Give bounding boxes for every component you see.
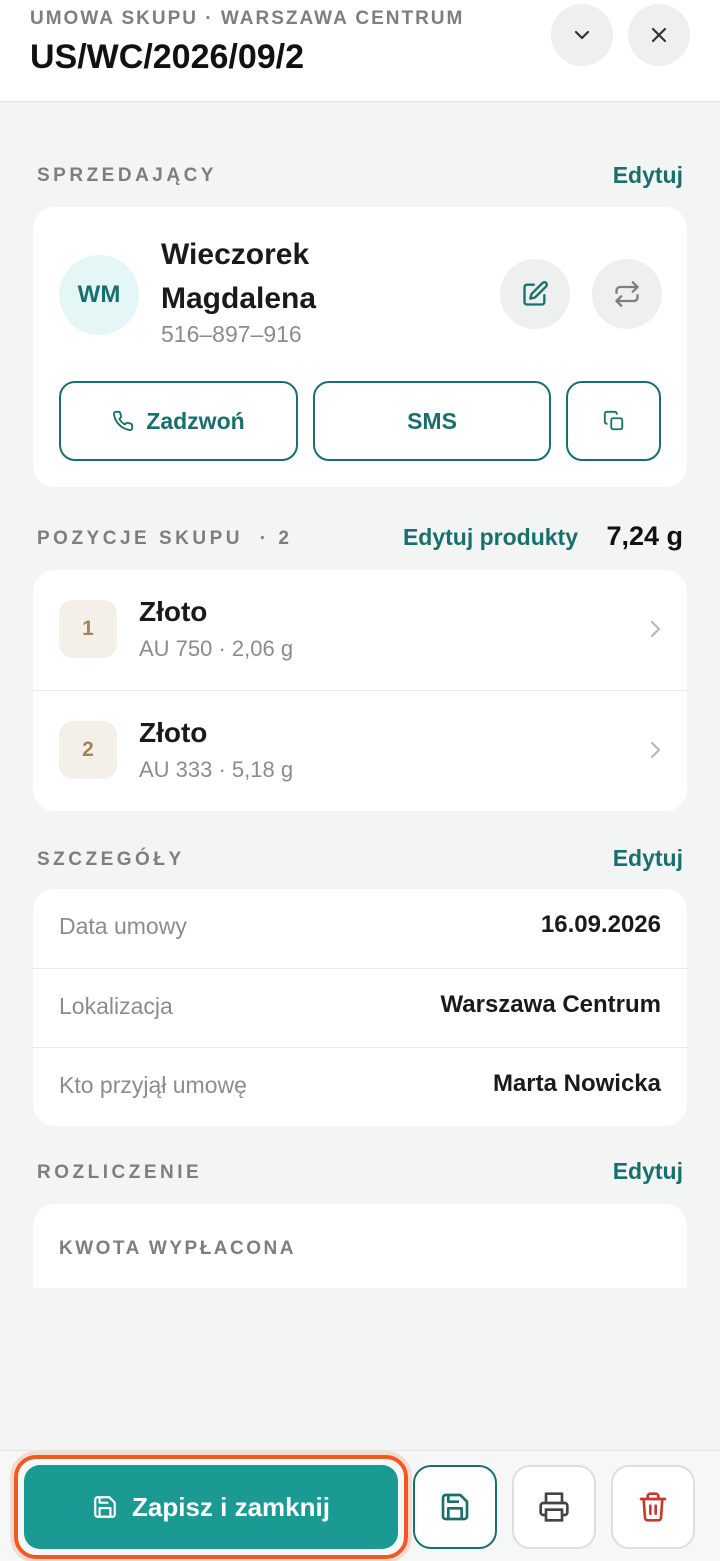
trash-icon <box>639 1492 667 1522</box>
detail-row-date: Data umowy 16.09.2026 <box>33 889 687 968</box>
close-icon <box>651 27 667 43</box>
seller-edit-link[interactable]: Edytuj <box>613 162 683 189</box>
item-name: Złoto <box>139 717 208 748</box>
primary-button-focus-ring: Zapisz i zamknij <box>14 1455 408 1559</box>
print-button[interactable] <box>512 1465 596 1549</box>
seller-phone: 516–897–916 <box>161 321 302 347</box>
save-and-close-label: Zapisz i zamknij <box>132 1491 330 1522</box>
edit-seller-button[interactable] <box>500 259 570 329</box>
save-icon <box>441 1493 469 1521</box>
save-and-close-button[interactable]: Zapisz i zamknij <box>24 1465 398 1549</box>
detail-row-location: Lokalizacja Warszawa Centrum <box>33 968 687 1047</box>
phone-icon <box>113 410 134 431</box>
copy-button[interactable] <box>566 381 661 461</box>
items-card: 1 Złoto AU 750 · 2,06 g 2 Złoto AU 333 ·… <box>33 570 687 811</box>
details-card: Data umowy 16.09.2026 Lokalizacja Warsza… <box>33 889 687 1126</box>
detail-value: 16.09.2026 <box>540 911 661 938</box>
printer-icon <box>539 1492 569 1522</box>
swap-icon <box>615 281 639 307</box>
items-count: · 2 <box>259 528 293 549</box>
list-item[interactable]: 1 Złoto AU 750 · 2,06 g <box>33 570 687 690</box>
avatar: WM <box>59 255 139 335</box>
seller-name: Wieczorek Magdalena <box>161 238 317 315</box>
settlement-section-label: ROZLICZENIE <box>37 1162 203 1183</box>
copy-icon <box>603 410 623 431</box>
swap-seller-button[interactable] <box>592 259 662 329</box>
close-button[interactable] <box>628 4 690 66</box>
delete-button[interactable] <box>611 1465 695 1549</box>
bottom-action-bar: Zapisz i zamknij <box>0 1450 720 1561</box>
seller-section-label: SPRZEDAJĄCY <box>37 165 217 186</box>
total-weight: 7,24 g <box>606 521 683 551</box>
detail-row-received-by: Kto przyjął umowę Marta Nowicka <box>33 1047 687 1126</box>
item-name: Złoto <box>139 596 208 627</box>
items-section-label: POZYCJE SKUPU · 2 <box>37 528 292 550</box>
call-button[interactable]: Zadzwoń <box>59 381 298 461</box>
detail-label: Kto przyjął umowę <box>59 1072 247 1098</box>
settlement-card: KWOTA WYPŁACONA <box>33 1204 687 1288</box>
save-icon <box>94 1496 116 1518</box>
list-item[interactable]: 2 Złoto AU 333 · 5,18 g <box>33 690 687 810</box>
detail-label: Data umowy <box>59 913 187 939</box>
call-button-label: Zadzwoń <box>146 407 245 434</box>
contract-kicker: UMOWA SKUPU · WARSZAWA CENTRUM <box>30 8 465 29</box>
detail-value: Marta Nowicka <box>492 1070 661 1097</box>
item-index-badge: 1 <box>59 600 117 658</box>
item-details: AU 750 · 2,06 g <box>139 636 294 661</box>
item-details: AU 333 · 5,18 g <box>139 757 294 782</box>
page-title: US/WC/2026/09/2 <box>30 38 305 76</box>
item-index-badge: 2 <box>59 721 117 779</box>
edit-products-link[interactable]: Edytuj produkty <box>403 524 578 551</box>
save-button[interactable] <box>413 1465 497 1549</box>
chevron-right-icon <box>650 620 661 638</box>
chevron-right-icon <box>650 741 661 759</box>
detail-label: Lokalizacja <box>59 993 173 1019</box>
sms-button-label: SMS <box>407 407 457 434</box>
amount-paid-label: KWOTA WYPŁACONA <box>59 1238 296 1259</box>
header: UMOWA SKUPU · WARSZAWA CENTRUM US/WC/202… <box>0 0 720 102</box>
settlement-edit-link[interactable]: Edytuj <box>613 1158 683 1185</box>
detail-value: Warszawa Centrum <box>440 991 662 1018</box>
seller-card: WM Wieczorek Magdalena 516–897–916 Zadzw… <box>33 207 687 487</box>
details-section-label: SZCZEGÓŁY <box>37 849 185 870</box>
sms-button[interactable]: SMS <box>313 381 551 461</box>
edit-icon <box>523 281 548 306</box>
collapse-button[interactable] <box>551 4 613 66</box>
chevron-down-icon <box>574 30 590 40</box>
details-edit-link[interactable]: Edytuj <box>613 845 683 872</box>
items-section-title: POZYCJE SKUPU <box>37 528 243 549</box>
